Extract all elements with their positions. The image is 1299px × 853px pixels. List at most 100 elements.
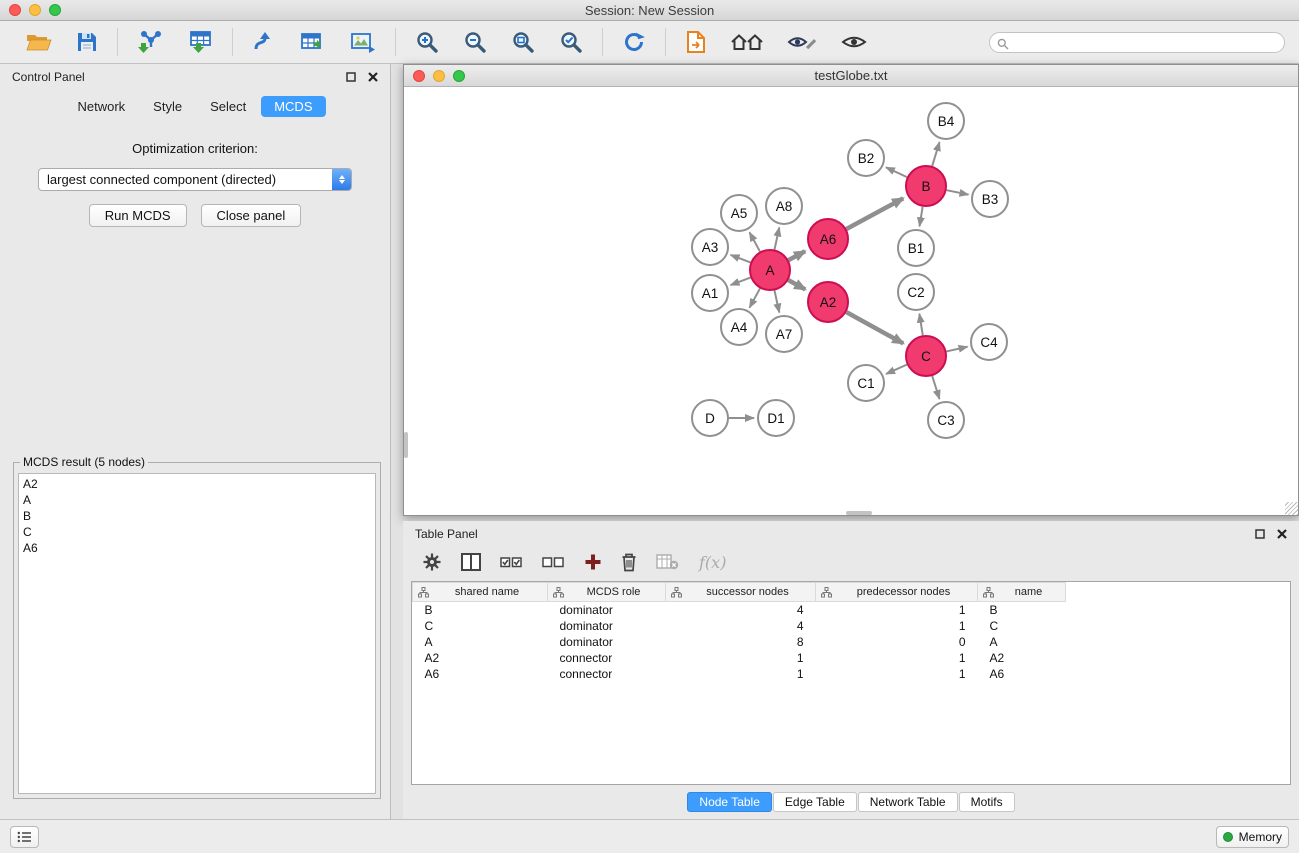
import-network-from-file-icon[interactable] — [131, 28, 169, 56]
float-panel-icon[interactable] — [346, 72, 356, 82]
close-panel-icon[interactable] — [368, 72, 378, 82]
network-graph[interactable]: B4B2BB3A8A5A6A3B1AC2A1A2A4A7C4CC1C3DD1 — [404, 87, 1298, 515]
graph-node-C1[interactable]: C1 — [848, 365, 884, 401]
column-header-MCDS-role[interactable]: MCDS role — [548, 583, 666, 602]
graph-node-D1[interactable]: D1 — [758, 400, 794, 436]
graph-edge-A-A1[interactable] — [731, 278, 751, 286]
table-cell[interactable]: 4 — [666, 618, 816, 634]
column-header-shared-name[interactable]: shared name — [413, 583, 548, 602]
graph-edge-A-A2[interactable] — [788, 280, 805, 289]
home-pages-icon[interactable] — [725, 29, 769, 55]
graph-edge-B-B4[interactable] — [932, 142, 939, 166]
table-row[interactable]: A6connector11A6 — [413, 666, 1291, 682]
graph-node-A5[interactable]: A5 — [721, 195, 757, 231]
table-cell[interactable]: 1 — [666, 650, 816, 666]
mcds-result-item[interactable]: A6 — [23, 540, 371, 556]
network-zoom-button[interactable] — [453, 70, 465, 82]
graph-node-B2[interactable]: B2 — [848, 140, 884, 176]
table-cell[interactable]: 4 — [666, 602, 816, 618]
export-image-icon[interactable] — [344, 29, 382, 55]
open-document-icon[interactable] — [679, 28, 713, 56]
graph-edge-C-C3[interactable] — [932, 376, 939, 399]
table-cell[interactable]: 1 — [816, 666, 978, 682]
tab-network-table[interactable]: Network Table — [858, 792, 958, 812]
graph-node-A[interactable]: A — [750, 250, 790, 290]
canvas-horizontal-scrollbar[interactable] — [846, 511, 872, 515]
zoom-selected-icon[interactable] — [553, 28, 589, 56]
table-cell[interactable]: 0 — [816, 634, 978, 650]
delete-column-icon[interactable] — [616, 550, 642, 574]
tab-style[interactable]: Style — [140, 96, 195, 117]
graph-node-A1[interactable]: A1 — [692, 275, 728, 311]
tab-motifs[interactable]: Motifs — [959, 792, 1015, 812]
graph-node-A2[interactable]: A2 — [808, 282, 848, 322]
tab-network[interactable]: Network — [64, 96, 138, 117]
network-window-titlebar[interactable]: testGlobe.txt — [404, 65, 1298, 87]
close-panel-button[interactable]: Close panel — [201, 204, 302, 227]
select-all-checkboxes-icon[interactable] — [495, 552, 528, 572]
node-table[interactable]: shared nameMCDS rolesuccessor nodesprede… — [411, 581, 1291, 785]
graph-edge-A-A6[interactable] — [789, 251, 806, 260]
graph-node-C[interactable]: C — [906, 336, 946, 376]
show-annotations-icon[interactable] — [835, 31, 873, 53]
export-table-icon[interactable] — [294, 28, 332, 56]
graph-node-A6[interactable]: A6 — [808, 219, 848, 259]
table-cell[interactable]: A6 — [413, 666, 548, 682]
table-cell[interactable]: B — [413, 602, 548, 618]
table-cell[interactable]: A — [978, 634, 1066, 650]
table-cell[interactable]: A2 — [978, 650, 1066, 666]
canvas-vertical-scrollbar[interactable] — [404, 432, 408, 458]
minimize-window-button[interactable] — [29, 4, 41, 16]
optimization-criterion-dropdown[interactable]: largest connected component (directed) — [38, 168, 352, 191]
zoom-fit-icon[interactable] — [505, 28, 541, 56]
graph-node-D[interactable]: D — [692, 400, 728, 436]
table-row[interactable]: Bdominator41B — [413, 602, 1291, 618]
graph-node-A3[interactable]: A3 — [692, 229, 728, 265]
close-window-button[interactable] — [9, 4, 21, 16]
function-builder-icon[interactable]: f(x) — [699, 553, 726, 572]
memory-button[interactable]: Memory — [1216, 826, 1289, 848]
tab-select[interactable]: Select — [197, 96, 259, 117]
graph-edge-C-C4[interactable] — [946, 347, 967, 352]
table-cell[interactable]: A — [413, 634, 548, 650]
window-resize-grip[interactable] — [1285, 502, 1298, 515]
table-cell[interactable]: C — [978, 618, 1066, 634]
network-close-button[interactable] — [413, 70, 425, 82]
column-header-name[interactable]: name — [978, 583, 1066, 602]
graph-edge-B-B3[interactable] — [947, 190, 969, 194]
float-table-panel-icon[interactable] — [1255, 529, 1265, 539]
graph-node-B4[interactable]: B4 — [928, 103, 964, 139]
graph-edge-B-B1[interactable] — [920, 207, 923, 227]
graph-node-C2[interactable]: C2 — [898, 274, 934, 310]
delete-table-icon[interactable] — [651, 552, 684, 572]
mcds-result-item[interactable]: B — [23, 508, 371, 524]
table-cell[interactable]: C — [413, 618, 548, 634]
run-mcds-button[interactable]: Run MCDS — [89, 204, 187, 227]
table-row[interactable]: Cdominator41C — [413, 618, 1291, 634]
tab-edge-table[interactable]: Edge Table — [773, 792, 857, 812]
graph-node-C4[interactable]: C4 — [971, 324, 1007, 360]
table-cell[interactable]: connector — [548, 666, 666, 682]
network-minimize-button[interactable] — [433, 70, 445, 82]
graph-edge-A-A8[interactable] — [774, 227, 779, 249]
mcds-result-item[interactable]: A2 — [23, 476, 371, 492]
graph-node-A7[interactable]: A7 — [766, 316, 802, 352]
add-column-icon[interactable] — [579, 551, 607, 573]
graph-edge-A-A3[interactable] — [731, 255, 751, 263]
refresh-network-icon[interactable] — [616, 28, 652, 56]
tab-mcds[interactable]: MCDS — [261, 96, 325, 117]
graph-edge-B-B2[interactable] — [886, 167, 907, 177]
zoom-out-icon[interactable] — [457, 28, 493, 56]
zoom-in-icon[interactable] — [409, 28, 445, 56]
table-cell[interactable]: 1 — [816, 650, 978, 666]
table-cell[interactable]: connector — [548, 650, 666, 666]
table-row[interactable]: A2connector11A2 — [413, 650, 1291, 666]
column-header-predecessor-nodes[interactable]: predecessor nodes — [816, 583, 978, 602]
deselect-all-checkboxes-icon[interactable] — [537, 552, 570, 572]
import-table-from-file-icon[interactable] — [181, 28, 219, 56]
table-cell[interactable]: 8 — [666, 634, 816, 650]
hide-annotations-icon[interactable] — [781, 30, 823, 54]
table-cell[interactable]: A6 — [978, 666, 1066, 682]
show-columns-icon[interactable] — [456, 551, 486, 573]
table-cell[interactable]: B — [978, 602, 1066, 618]
